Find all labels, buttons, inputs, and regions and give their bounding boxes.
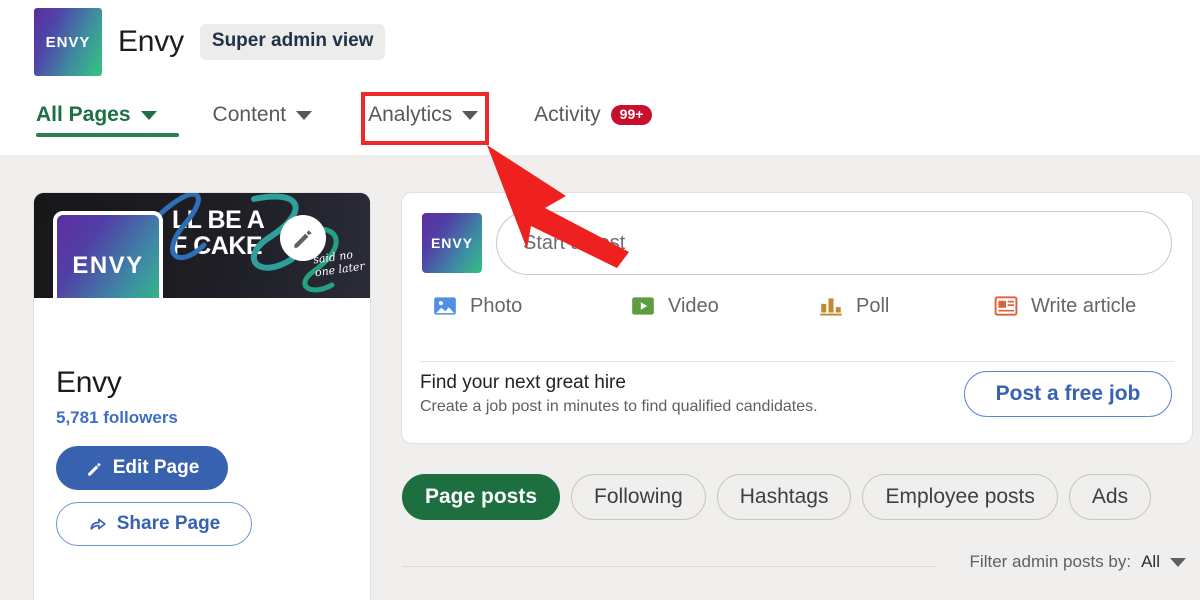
post-composer-card: ENVY Start a post Photo Video Poll Write…: [402, 193, 1192, 443]
share-page-button[interactable]: Share Page: [56, 502, 252, 546]
active-tab-underline: [36, 133, 179, 137]
pill-page-posts[interactable]: Page posts: [402, 474, 561, 520]
write-article-label: Write article: [1031, 294, 1137, 317]
pill-ads[interactable]: Ads: [1068, 474, 1152, 520]
composer-row: ENVY Start a post: [402, 193, 1192, 275]
start-a-post-input[interactable]: Start a post: [496, 211, 1172, 275]
feed-divider: [402, 566, 936, 567]
page-summary-card: LL BE A F CAKE said no one later ENVY En…: [34, 193, 370, 600]
follower-count[interactable]: 5,781 followers: [56, 408, 348, 428]
admin-post-filter-label: Filter admin posts by:: [969, 552, 1132, 571]
brand-logo-text: ENVY: [45, 33, 91, 51]
article-icon: [994, 296, 1018, 316]
photo-icon: [434, 297, 456, 315]
write-article-button[interactable]: Write article: [993, 293, 1136, 319]
hiring-promo-subtitle: Create a job post in minutes to find qua…: [420, 398, 818, 415]
share-page-button-label: Share Page: [116, 513, 221, 534]
cover-scribble-icon: [151, 193, 339, 293]
admin-post-filter[interactable]: Filter admin posts by: All: [970, 552, 1186, 572]
add-video-label: Video: [668, 294, 719, 317]
page-title: Envy: [118, 25, 184, 58]
poll-icon: [820, 298, 842, 316]
hiring-promo-title: Find your next great hire: [420, 372, 626, 393]
video-icon: [632, 297, 654, 315]
chevron-down-icon: [140, 110, 157, 120]
activity-notification-badge: 99+: [610, 104, 653, 126]
add-video-button[interactable]: Video: [630, 293, 818, 319]
pill-hashtags[interactable]: Hashtags: [716, 474, 852, 520]
post-a-free-job-button[interactable]: Post a free job: [964, 371, 1172, 417]
chevron-down-icon: [462, 110, 479, 120]
tab-content-label: Content: [212, 103, 287, 126]
page-header: ENVY Envy Super admin view All Pages Con…: [0, 0, 1200, 155]
tab-activity-label: Activity: [534, 103, 601, 126]
feed-filter-pills: Page posts Following Hashtags Employee p…: [402, 474, 1152, 520]
page-summary-body: Envy 5,781 followers Edit Page Share Pag…: [34, 298, 370, 546]
pill-following[interactable]: Following: [571, 474, 706, 520]
composer-avatar-text: ENVY: [430, 235, 474, 251]
organization-avatar[interactable]: ENVY: [53, 211, 163, 298]
linkedin-page-admin-view: ENVY Envy Super admin view All Pages Con…: [0, 0, 1200, 600]
header-identity: ENVY Envy Super admin view: [34, 8, 386, 76]
tab-analytics-label: Analytics: [368, 103, 453, 126]
composer-avatar: ENVY: [422, 213, 482, 273]
edit-cover-photo-button[interactable]: [280, 215, 326, 261]
cover-photo: LL BE A F CAKE said no one later ENVY: [34, 193, 370, 298]
pencil-icon: [294, 230, 312, 248]
create-poll-label: Poll: [856, 294, 890, 317]
tab-activity[interactable]: Activity 99+: [534, 94, 680, 136]
super-admin-view-chip: Super admin view: [199, 24, 386, 60]
tab-content[interactable]: Content: [213, 94, 341, 136]
hiring-promo-row: Find your next great hire Create a job p…: [402, 371, 1192, 417]
pill-employee-posts[interactable]: Employee posts: [862, 474, 1058, 520]
chevron-down-icon: [296, 110, 313, 120]
organization-avatar-text: ENVY: [72, 252, 144, 279]
add-photo-button[interactable]: Photo: [432, 293, 630, 319]
admin-post-filter-value: All: [1141, 552, 1160, 571]
edit-page-button[interactable]: Edit Page: [56, 446, 228, 490]
composer-action-row: Photo Video Poll Write article: [402, 275, 1192, 319]
primary-nav: All Pages Content Analytics Activity 99+: [36, 94, 708, 136]
share-arrow-icon: [90, 518, 106, 530]
hiring-promo-text: Find your next great hire Create a job p…: [420, 372, 818, 416]
brand-logo[interactable]: ENVY: [34, 8, 102, 76]
chevron-down-icon: [1170, 557, 1186, 567]
create-poll-button[interactable]: Poll: [818, 293, 993, 319]
edit-page-button-label: Edit Page: [112, 457, 200, 478]
add-photo-label: Photo: [470, 294, 523, 317]
pencil-icon: [87, 462, 101, 476]
organization-name: Envy: [56, 366, 122, 399]
tab-analytics[interactable]: Analytics: [368, 94, 506, 136]
tab-all-pages[interactable]: All Pages: [36, 94, 185, 136]
tab-all-pages-label: All Pages: [36, 103, 131, 126]
composer-divider: [420, 361, 1174, 362]
